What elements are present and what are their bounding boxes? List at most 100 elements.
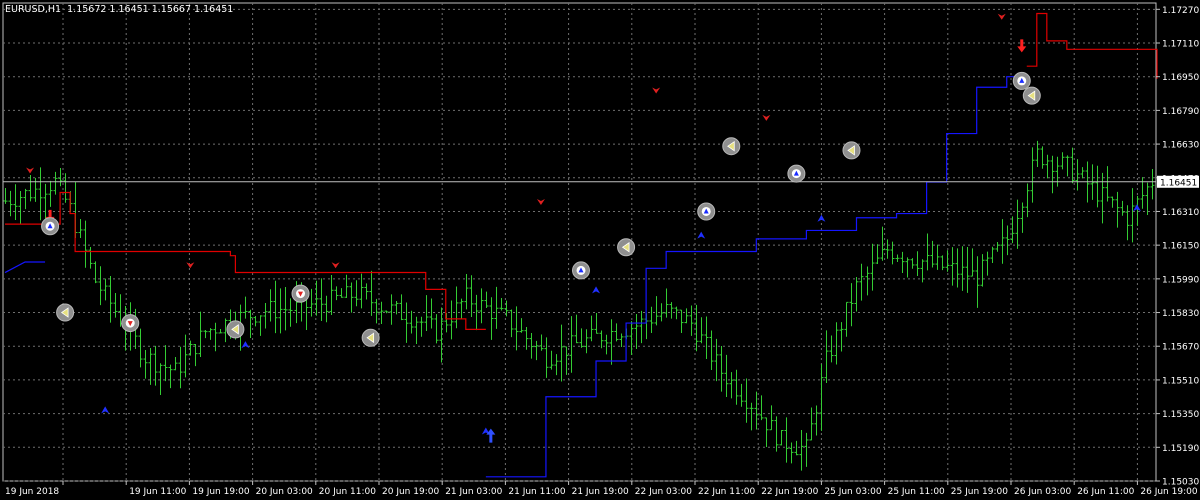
- ohlc-bar: [824, 330, 829, 383]
- x-tick-label: 19 Jun 2018: [5, 487, 59, 497]
- ohlc-bar: [804, 432, 809, 467]
- sell-arrow-icon: [652, 87, 661, 94]
- ohlc-bar: [975, 256, 980, 308]
- x-tick-label: 26 Jun 19:00: [1140, 487, 1197, 497]
- ohlc-bar: [609, 319, 614, 365]
- ohlc-bar: [83, 220, 88, 268]
- ohlc-bar: [8, 190, 13, 217]
- ohlc-bar: [474, 294, 479, 331]
- ohlc-bar: [334, 286, 339, 301]
- buy-arrow-icon: [241, 341, 250, 349]
- chart-canvas[interactable]: 1.17270 1.17110 1.16950 1.16790 1.16630 1.164…: [0, 0, 1200, 500]
- ohlc-bar: [1030, 147, 1035, 203]
- ohlc-bar: [664, 288, 669, 318]
- ohlc-bar: [13, 184, 18, 220]
- ohlc-bar: [794, 440, 799, 456]
- ohlc-bar: [1135, 195, 1140, 226]
- ohlc-bar: [629, 321, 634, 356]
- exit-signal-icon: [842, 141, 861, 160]
- ohlc-bar: [1050, 155, 1055, 194]
- ohlc-bar: [469, 275, 474, 318]
- ohlc-bar: [965, 246, 970, 293]
- entry-arrow-icon: [1017, 39, 1027, 53]
- ohlc-bar: [614, 323, 619, 342]
- ohlc-bar: [309, 288, 314, 317]
- ohlc-bar: [98, 266, 103, 306]
- ohlc-bar: [193, 344, 198, 367]
- x-tick-label: 21 Jun 19:00: [572, 487, 629, 497]
- ohlc-bar: [739, 383, 744, 407]
- ohlc-bar: [419, 316, 424, 337]
- ohlc-bar: [479, 288, 484, 324]
- price-bars: [3, 140, 1155, 471]
- ohlc-bar: [634, 314, 639, 350]
- chart-header: EURUSD,H1 1.15672 1.16451 1.15667 1.1645…: [5, 4, 233, 15]
- ohlc-bar: [163, 345, 168, 382]
- ohlc-bar: [208, 328, 213, 340]
- ohlc-bar: [1120, 200, 1125, 216]
- ohlc-bar: [384, 310, 389, 314]
- ohlc-bar: [339, 288, 344, 298]
- ohlc-bar: [1100, 172, 1105, 224]
- ohlc-bar: [158, 363, 163, 396]
- y-tick-label: 1.16150: [1162, 242, 1199, 252]
- ohlc-bar: [258, 315, 263, 336]
- y-tick-label: 1.15030: [1162, 478, 1199, 488]
- ohlc-bar: [679, 309, 684, 334]
- ohlc-bar: [218, 329, 223, 334]
- ohlc-bar: [669, 302, 674, 319]
- ohlc-bar: [925, 233, 930, 271]
- ohlc-bar: [23, 188, 28, 210]
- ohlc-bar: [779, 429, 784, 446]
- ohlc-bar: [173, 357, 178, 371]
- ohlc-bar: [138, 328, 143, 368]
- sell-arrow-icon: [997, 13, 1006, 20]
- ohlc-bar: [594, 313, 599, 334]
- ohlc-bar: [985, 251, 990, 276]
- ohlc-bar: [559, 324, 564, 382]
- x-tick-label: 20 Jun 03:00: [256, 487, 313, 497]
- ohlc-bar: [143, 349, 148, 379]
- ohlc-bar: [1075, 159, 1080, 191]
- price-chart[interactable]: 1.17270 1.17110 1.16950 1.16790 1.16630 1.164…: [0, 0, 1200, 500]
- ohlc-bar: [1015, 199, 1020, 249]
- exit-signal-icon: [1022, 86, 1041, 105]
- ohlc-bar: [910, 258, 915, 269]
- ohlc-bar: [213, 322, 218, 352]
- ohlc-bar: [489, 297, 494, 340]
- ohlc-bar: [1005, 225, 1010, 256]
- ohlc-bar: [839, 322, 844, 352]
- ohlc-bar: [534, 340, 539, 361]
- ohlc-bar: [113, 292, 118, 318]
- ohlc-bar: [499, 298, 504, 311]
- ohlc-bar: [619, 333, 624, 348]
- ohlc-bar: [970, 248, 975, 277]
- ohlc-bar: [439, 307, 444, 363]
- buy-signal-icon: [697, 202, 716, 221]
- exit-signal-icon: [226, 320, 245, 339]
- y-tick-label: 1.17270: [1162, 6, 1199, 16]
- ohlc-bar: [719, 345, 724, 392]
- ohlc-bar: [273, 280, 278, 334]
- price-tag-label: 1.16451: [1160, 178, 1197, 188]
- y-tick-label: 1.15990: [1162, 275, 1199, 285]
- x-tick-label: 20 Jun 11:00: [319, 487, 376, 497]
- ohlc-bar: [870, 243, 875, 291]
- ohlc-bar: [744, 378, 749, 423]
- ohlc-bar: [834, 322, 839, 365]
- ohlc-bar: [494, 286, 499, 329]
- ohlc-bar: [349, 282, 354, 313]
- ohlc-bar: [108, 275, 113, 323]
- ohlc-bar: [178, 346, 183, 389]
- ohlc-bar: [379, 301, 384, 324]
- x-tick-label: 22 Jun 03:00: [635, 487, 692, 497]
- ohlc-bar: [183, 334, 188, 378]
- y-tick-label: 1.15830: [1162, 309, 1199, 319]
- buy-signal-icon: [41, 217, 60, 236]
- x-tick-label: 22 Jun 11:00: [698, 487, 755, 497]
- ohlc-bar: [404, 302, 409, 343]
- ohlc-bar: [854, 276, 859, 312]
- ohlc-bar: [584, 329, 589, 354]
- plot-frame: [2, 2, 1157, 482]
- x-axis: 19 Jun 2018 19 Jun 11:00 19 Jun 19:00 20 Ju…: [5, 481, 1198, 497]
